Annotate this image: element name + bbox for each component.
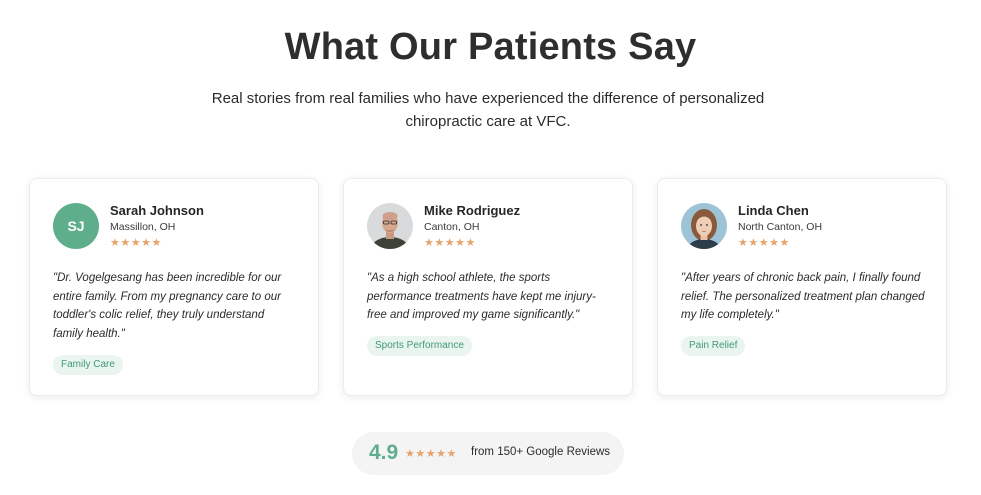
subtitle-line-2: chiropractic care at VFC. <box>405 113 571 130</box>
quote-line: my life completely." <box>681 309 779 321</box>
testimonial-card-sarah: SJ Sarah Johnson Massillon, OH ★★★★★ "Dr… <box>29 178 319 396</box>
google-reviews-summary: 4.9 ★★★★★ from 150+ Google Reviews <box>352 432 624 475</box>
section-subtitle: Real stories from real families who have… <box>200 87 776 133</box>
testimonial-card-mike: Mike Rodriguez Canton, OH ★★★★★ "As a hi… <box>343 178 633 396</box>
avatar: SJ <box>53 203 99 249</box>
testimonial-quote: "Dr. Vogelgesang has been incredible for… <box>53 269 303 343</box>
quote-line: performance treatments have kept me inju… <box>367 290 596 303</box>
star-rating: ★★★★★ <box>738 237 790 249</box>
quote-line: "As a high school athlete, the sports <box>367 272 551 284</box>
reviewer-location: Massillon, OH <box>110 221 176 233</box>
star-rating: ★★★★★ <box>424 237 476 249</box>
woman-portrait-icon <box>681 203 727 249</box>
testimonial-card-linda: Linda Chen North Canton, OH ★★★★★ "After… <box>657 178 947 396</box>
average-rating-score: 4.9 <box>369 441 399 464</box>
quote-line: toddler's colic relief, they truly under… <box>53 309 265 321</box>
quote-line: free and improved my game significantly.… <box>367 309 580 321</box>
category-tag: Family Care <box>53 355 123 375</box>
category-tag: Sports Performance <box>367 336 472 356</box>
testimonial-quote: "As a high school athlete, the sports pe… <box>367 269 617 325</box>
section-title: What Our Patients Say <box>284 26 697 68</box>
reviewer-location: North Canton, OH <box>738 221 823 233</box>
star-rating: ★★★★★ <box>110 237 162 249</box>
category-tag: Pain Relief <box>681 336 746 356</box>
testimonial-quote: "After years of chronic back pain, I fin… <box>681 269 931 325</box>
quote-line: "After years of chronic back pain, I fin… <box>681 272 921 284</box>
man-portrait-icon <box>367 203 413 249</box>
subtitle-line-1: Real stories from real families who have… <box>211 90 765 107</box>
reviewer-name: Linda Chen <box>738 203 809 218</box>
quote-line: relief. The personalized treatment plan … <box>681 290 925 303</box>
reviewer-name: Sarah Johnson <box>110 203 204 218</box>
summary-star-rating: ★★★★★ <box>405 448 457 460</box>
quote-line: "Dr. Vogelgesang has been incredible for… <box>53 272 282 284</box>
reviewer-name: Mike Rodriguez <box>424 203 521 218</box>
quote-line: entire family. From my pregnancy care to… <box>53 290 281 303</box>
reviewer-location: Canton, OH <box>424 221 480 233</box>
quote-line: family health." <box>53 327 125 340</box>
review-count-text: from 150+ Google Reviews <box>471 446 611 458</box>
